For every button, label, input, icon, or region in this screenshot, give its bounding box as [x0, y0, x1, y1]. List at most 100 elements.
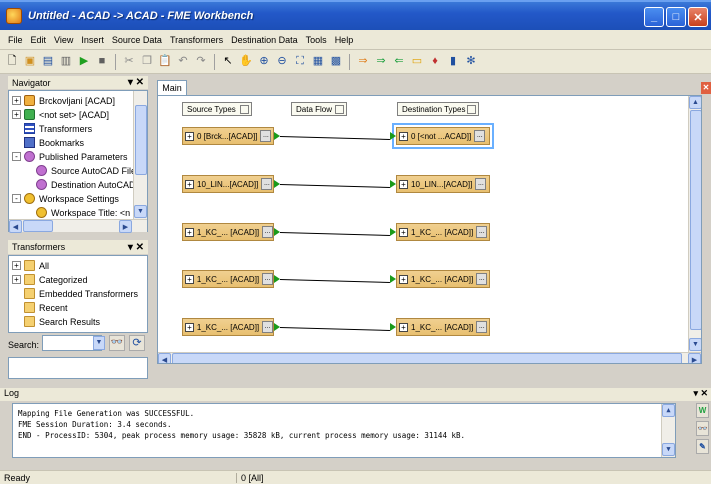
navigator-item[interactable]: - Published Parameters: [12, 150, 128, 163]
navigator-close-icon[interactable]: ▾ ✕: [128, 77, 144, 88]
menu-transformers[interactable]: Transformers: [166, 35, 227, 45]
save-icon[interactable]: ▤: [40, 54, 56, 70]
binoculars-search-icon[interactable]: 👓: [109, 335, 125, 351]
expand-icon[interactable]: +: [399, 227, 408, 237]
scroll-up-icon[interactable]: ▲: [689, 96, 701, 109]
run-icon[interactable]: ▶: [76, 54, 92, 70]
log-find-icon[interactable]: 👓: [696, 421, 709, 436]
scroll-left-icon[interactable]: ◀: [158, 353, 171, 363]
destination-feature-type[interactable]: +1_KC_... [ACAD]]...: [396, 270, 490, 288]
navigator-item[interactable]: Transformers: [24, 122, 92, 135]
search-dropdown-icon[interactable]: ▼: [93, 336, 105, 350]
close-button[interactable]: ✕: [688, 7, 708, 27]
table-icon[interactable]: ▩: [328, 54, 344, 70]
navigator-item[interactable]: - Workspace Settings: [12, 192, 119, 205]
menu-insert[interactable]: Insert: [77, 35, 108, 45]
transformer-category[interactable]: Recent: [24, 301, 68, 314]
stop-icon[interactable]: ■: [94, 54, 110, 70]
navigator-item[interactable]: Bookmarks: [24, 136, 84, 149]
menu-destination-data[interactable]: Destination Data: [227, 35, 302, 45]
zoom-out-icon[interactable]: ⊖: [274, 54, 290, 70]
expand-icon[interactable]: +: [399, 131, 408, 141]
properties-icon[interactable]: ...: [476, 273, 488, 285]
scroll-thumb[interactable]: [690, 110, 701, 330]
navigator-vscroll[interactable]: ▼: [133, 91, 147, 219]
navigator-item[interactable]: Workspace Title: <n: [36, 206, 130, 219]
menu-view[interactable]: View: [50, 35, 77, 45]
properties-icon[interactable]: ...: [474, 130, 486, 142]
refresh-icon[interactable]: ⟳: [129, 335, 145, 351]
menu-file[interactable]: File: [4, 35, 27, 45]
feature-connection-line[interactable]: [279, 232, 390, 236]
annotation-icon[interactable]: ▭: [409, 54, 425, 70]
log-settings-icon[interactable]: ✎: [696, 439, 709, 454]
source-feature-type[interactable]: +1_KC_... [ACAD]]...: [182, 270, 274, 288]
source-feature-type[interactable]: +0 [Brck...[ACAD]]...: [182, 127, 274, 145]
header-dropdown-icon[interactable]: [467, 105, 476, 114]
feature-connection-line[interactable]: [279, 279, 390, 283]
menu-help[interactable]: Help: [331, 35, 358, 45]
source-types-header[interactable]: Source Types: [182, 102, 252, 116]
scroll-thumb[interactable]: [23, 220, 53, 232]
scroll-down-icon[interactable]: ▼: [689, 338, 701, 351]
input-port-icon[interactable]: [390, 228, 396, 236]
canvas-close-icon[interactable]: ✕: [701, 82, 711, 94]
open-icon[interactable]: ▣: [22, 54, 38, 70]
maximize-button[interactable]: □: [666, 7, 686, 27]
properties-icon[interactable]: ...: [262, 273, 273, 285]
data-flow-header[interactable]: Data Flow: [291, 102, 347, 116]
scroll-right-icon[interactable]: ▶: [688, 353, 701, 363]
navigator-item[interactable]: Destination AutoCAD: [36, 178, 136, 191]
properties-icon[interactable]: ...: [476, 321, 488, 333]
menu-edit[interactable]: Edit: [27, 35, 51, 45]
log-output[interactable]: Mapping File Generation was SUCCESSFUL. …: [12, 403, 676, 458]
collapse-icon[interactable]: -: [12, 194, 21, 203]
settings-icon[interactable]: ✻: [463, 54, 479, 70]
properties-icon[interactable]: ...: [475, 178, 487, 190]
log-filter-icon[interactable]: W: [696, 403, 709, 418]
input-port-icon[interactable]: [390, 323, 396, 331]
navigator-hscroll[interactable]: ◀ ▶: [9, 219, 147, 233]
add-transformer-icon[interactable]: ⇐: [391, 54, 407, 70]
minimize-button[interactable]: _: [644, 7, 664, 27]
new-icon[interactable]: 🗋: [4, 54, 20, 70]
scroll-down-icon[interactable]: ▼: [134, 205, 147, 218]
add-writer-icon[interactable]: ⇒: [373, 54, 389, 70]
expand-icon[interactable]: +: [399, 322, 408, 332]
scroll-up-icon[interactable]: ▲: [662, 404, 675, 417]
canvas-hscroll[interactable]: ◀ ▶: [158, 352, 701, 363]
input-port-icon[interactable]: [390, 132, 396, 140]
transformer-category[interactable]: + Categorized: [12, 273, 88, 286]
navigator-item[interactable]: + Brckovljani [ACAD]: [12, 94, 115, 107]
expand-icon[interactable]: +: [399, 179, 408, 189]
cut-icon[interactable]: ✂: [121, 54, 137, 70]
properties-icon[interactable]: ...: [262, 226, 273, 238]
destination-types-header[interactable]: Destination Types: [397, 102, 479, 116]
source-feature-type[interactable]: +1_KC_... [ACAD]]...: [182, 223, 274, 241]
pan-icon[interactable]: ✋: [238, 54, 254, 70]
properties-icon[interactable]: ...: [476, 226, 488, 238]
header-dropdown-icon[interactable]: [335, 105, 344, 114]
source-feature-type[interactable]: +1_KC_... [ACAD]]...: [182, 318, 274, 336]
expand-icon[interactable]: +: [12, 261, 21, 270]
feature-connection-line[interactable]: [279, 327, 390, 331]
destination-feature-type[interactable]: +0 [<not ...ACAD]]...: [392, 123, 494, 149]
destination-feature-type[interactable]: +1_KC_... [ACAD]]...: [396, 223, 490, 241]
expand-icon[interactable]: +: [185, 322, 194, 332]
inspect-icon[interactable]: ▮: [445, 54, 461, 70]
bookmark-icon[interactable]: ♦: [427, 54, 443, 70]
menu-tools[interactable]: Tools: [302, 35, 331, 45]
expand-icon[interactable]: +: [12, 275, 21, 284]
add-reader-icon[interactable]: ⇒: [355, 54, 371, 70]
zoom-extents-icon[interactable]: ⛶: [292, 54, 308, 70]
properties-icon[interactable]: ...: [260, 130, 272, 142]
navigator-item[interactable]: + <not set> [ACAD]: [12, 108, 109, 121]
scroll-down-icon[interactable]: ▼: [662, 443, 675, 456]
paste-icon[interactable]: 📋: [157, 54, 173, 70]
transformers-close-icon[interactable]: ▾ ✕: [128, 242, 144, 253]
feature-connection-line[interactable]: [279, 184, 390, 188]
log-vscroll[interactable]: ▲ ▼: [661, 404, 675, 457]
input-port-icon[interactable]: [390, 275, 396, 283]
header-dropdown-icon[interactable]: [240, 105, 249, 114]
expand-icon[interactable]: +: [185, 179, 194, 189]
